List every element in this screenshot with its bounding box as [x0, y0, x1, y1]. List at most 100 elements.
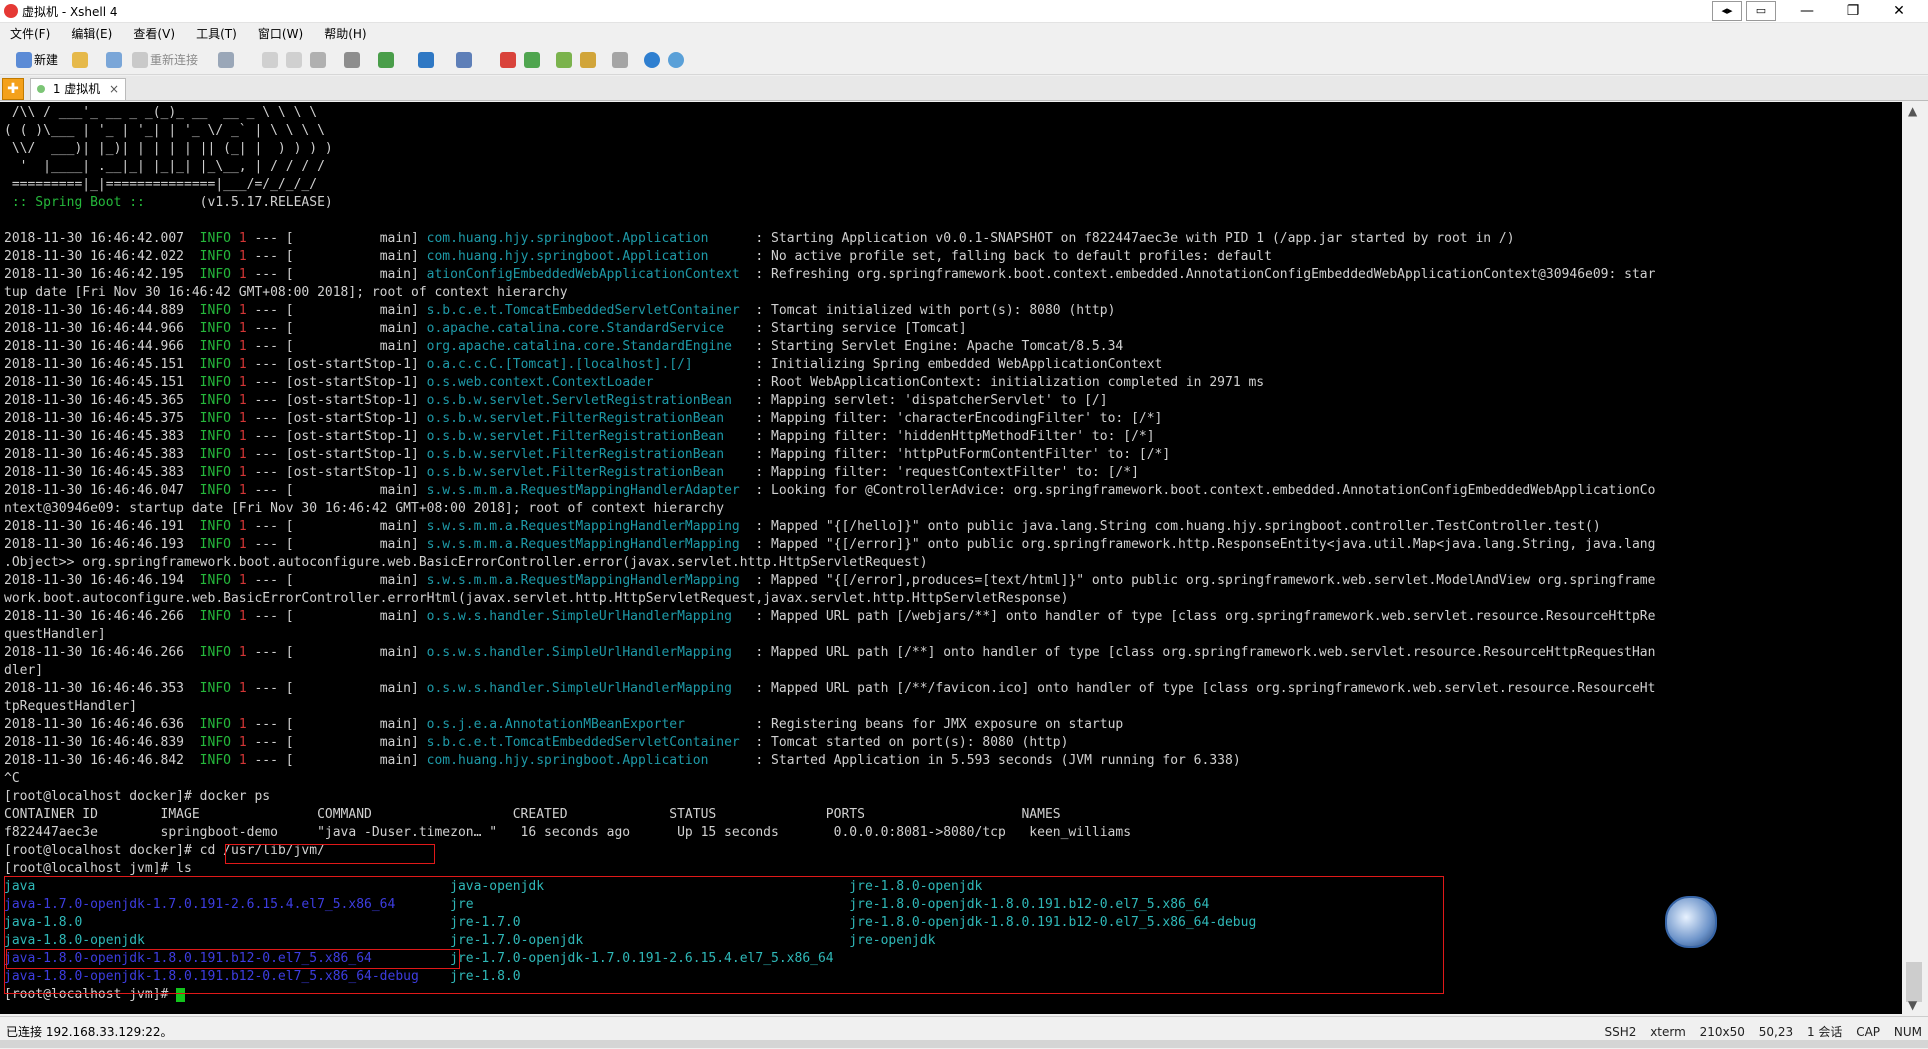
reconnect-button[interactable]: 重新连接	[150, 50, 198, 70]
help-icon[interactable]	[644, 52, 660, 68]
terminal-text: 2018-11-30 16:46:42.007	[4, 231, 200, 246]
scroll-down-icon[interactable]: ▼	[1908, 998, 1917, 1012]
find-icon[interactable]	[310, 52, 326, 68]
connection-status: 已连接 192.168.33.129:22。	[6, 1025, 173, 1039]
terminal-text: s.w.s.m.m.a.RequestMappingHandlerMapping	[426, 519, 748, 534]
new-button[interactable]: 新建	[34, 50, 58, 70]
terminal-line: 2018-11-30 16:46:45.365 INFO 1 --- [ost-…	[4, 392, 1655, 410]
status-right: SSH2 xterm 210x50 50,23 1 会话 CAP NUM	[1594, 1023, 1922, 1040]
connected-status-icon	[37, 85, 45, 93]
restore-panel-icon[interactable]: ▭	[1746, 1, 1776, 21]
menu-bar: 文件(F) 编辑(E) 查看(V) 工具(T) 窗口(W) 帮助(H)	[0, 23, 1928, 45]
terminal-text: --- [ost-startStop-1]	[246, 411, 427, 426]
menu-edit[interactable]: 编辑(E)	[71, 23, 112, 45]
color-scheme-icon[interactable]	[378, 52, 394, 68]
terminal-line: 2018-11-30 16:46:45.383 INFO 1 --- [ost-…	[4, 446, 1655, 464]
terminal-text: INFO	[199, 339, 239, 354]
add-tab-icon[interactable]: ✚	[2, 78, 24, 100]
menu-file[interactable]: 文件(F)	[10, 23, 50, 45]
terminal-line: ( ( )\___ | '_ | '_| | '_ \/ _` | \ \ \ …	[4, 122, 1655, 140]
terminal-text: :: Spring Boot ::	[4, 195, 145, 210]
globe-icon[interactable]	[418, 52, 434, 68]
scroll-thumb[interactable]	[1906, 962, 1922, 1002]
terminal-text: --- [ost-startStop-1]	[246, 357, 427, 372]
terminal-line: 2018-11-30 16:46:46.266 INFO 1 --- [ mai…	[4, 644, 1655, 662]
layout-icon[interactable]	[556, 52, 572, 68]
terminal-line: 2018-11-30 16:46:46.636 INFO 1 --- [ mai…	[4, 716, 1655, 734]
menu-window[interactable]: 窗口(W)	[258, 23, 303, 45]
link-icon[interactable]	[106, 52, 122, 68]
terminal-text: INFO	[199, 321, 239, 336]
terminal-line: 2018-11-30 16:46:46.193 INFO 1 --- [ mai…	[4, 536, 1655, 554]
terminal-text: INFO	[199, 249, 239, 264]
terminal-text: --- [ main]	[246, 681, 427, 696]
terminal-text: INFO	[199, 573, 239, 588]
terminal-text: 1	[238, 609, 247, 624]
terminal-text: 1	[238, 717, 247, 732]
terminal-text: 1	[238, 681, 247, 696]
terminal-text: 2018-11-30 16:46:45.365	[4, 393, 200, 408]
terminal-text: INFO	[199, 753, 239, 768]
terminal-line: f822447aec3e springboot-demo "java -Duse…	[4, 824, 1655, 842]
tab-label: 1 虚拟机	[52, 82, 101, 96]
terminal-text: : Starting Application v0.0.1-SNAPSHOT o…	[747, 231, 1515, 246]
terminal-line: 2018-11-30 16:46:45.151 INFO 1 --- [ost-…	[4, 374, 1655, 392]
terminal-text: 2018-11-30 16:46:45.151	[4, 357, 200, 372]
properties-icon[interactable]	[218, 52, 234, 68]
terminal-text: --- [ main]	[246, 231, 427, 246]
vertical-scrollbar[interactable]: ▲ ▼	[1902, 102, 1928, 1014]
floating-avatar[interactable]	[1665, 896, 1717, 948]
tab-session-1[interactable]: 1 虚拟机 ×	[30, 78, 126, 100]
terminal-text: 2018-11-30 16:46:46.842	[4, 753, 200, 768]
keyboard-icon[interactable]	[612, 52, 628, 68]
terminal-text: =========|_|==============|___/=/_/_/_/	[4, 177, 318, 192]
print-icon[interactable]	[344, 52, 360, 68]
xftp-icon[interactable]	[500, 52, 516, 68]
terminal-line: ' |____| .__|_| |_|_| |_\__, | / / / /	[4, 158, 1655, 176]
terminal-text: --- [ main]	[246, 645, 427, 660]
terminal-line: dler]	[4, 662, 1655, 680]
chat-icon[interactable]	[668, 52, 684, 68]
terminal-text: INFO	[199, 357, 239, 372]
terminal-line: 2018-11-30 16:46:46.353 INFO 1 --- [ mai…	[4, 680, 1655, 698]
close-tab-icon[interactable]: ×	[109, 79, 119, 100]
terminal-screen[interactable]: /\\ / ___'_ __ _ _(_)_ __ __ _ \ \ \ \ ( …	[0, 102, 1902, 1014]
terminal-text: INFO	[199, 681, 239, 696]
collapse-icon[interactable]: ◂▸	[1712, 1, 1742, 21]
terminal-text: s.b.c.e.t.TomcatEmbeddedServletContainer	[426, 303, 748, 318]
terminal-line: \\/ ___)| |_)| | | | | || (_| | ) ) ) )	[4, 140, 1655, 158]
terminal-text: --- [ost-startStop-1]	[246, 429, 427, 444]
terminal-text: ( ( )\___ | '_ | '_| | '_ \/ _` | \ \ \ …	[4, 123, 325, 138]
highlight-java-1-8-entry	[6, 949, 460, 969]
maximize-button[interactable]: ❐	[1830, 0, 1876, 22]
copy-icon[interactable]	[262, 52, 278, 68]
menu-tools[interactable]: 工具(T)	[196, 23, 237, 45]
terminal-line: 2018-11-30 16:46:45.383 INFO 1 --- [ost-…	[4, 428, 1655, 446]
user-key-icon[interactable]	[456, 52, 472, 68]
minimize-button[interactable]: —	[1784, 0, 1830, 22]
horizontal-scrollbar[interactable]	[0, 1040, 1928, 1048]
terminal-line: CONTAINER ID IMAGE COMMAND CREATED STATU…	[4, 806, 1655, 824]
menu-help[interactable]: 帮助(H)	[324, 23, 366, 45]
terminal-text: 2018-11-30 16:46:46.194	[4, 573, 200, 588]
terminal-text: o.s.b.w.servlet.FilterRegistrationBean	[426, 411, 748, 426]
terminal-text: 2018-11-30 16:46:46.839	[4, 735, 200, 750]
paste-icon[interactable]	[286, 52, 302, 68]
close-button[interactable]: ✕	[1876, 0, 1922, 22]
open-folder-icon[interactable]	[72, 52, 88, 68]
terminal-text: \\/ ___)| |_)| | | | | || (_| | ) ) ) )	[4, 141, 333, 156]
lock-icon[interactable]	[580, 52, 596, 68]
terminal-text: INFO	[199, 231, 239, 246]
terminal-text: 2018-11-30 16:46:46.047	[4, 483, 200, 498]
new-session-icon	[16, 52, 32, 68]
terminal-text: 2018-11-30 16:46:42.022	[4, 249, 200, 264]
menu-view[interactable]: 查看(V)	[133, 23, 175, 45]
transfer-icon[interactable]	[524, 52, 540, 68]
terminal-text: : Mapping filter: 'hiddenHttpMethodFilte…	[747, 429, 1155, 444]
terminal-text: 2018-11-30 16:46:46.266	[4, 609, 200, 624]
terminal-text: 1	[238, 357, 247, 372]
terminal-text: ^C	[4, 771, 20, 786]
terminal-text: 1	[238, 393, 247, 408]
scroll-up-icon[interactable]: ▲	[1908, 104, 1917, 118]
terminal-text: : Mapped URL path [/**/favicon.ico] onto…	[747, 681, 1656, 696]
